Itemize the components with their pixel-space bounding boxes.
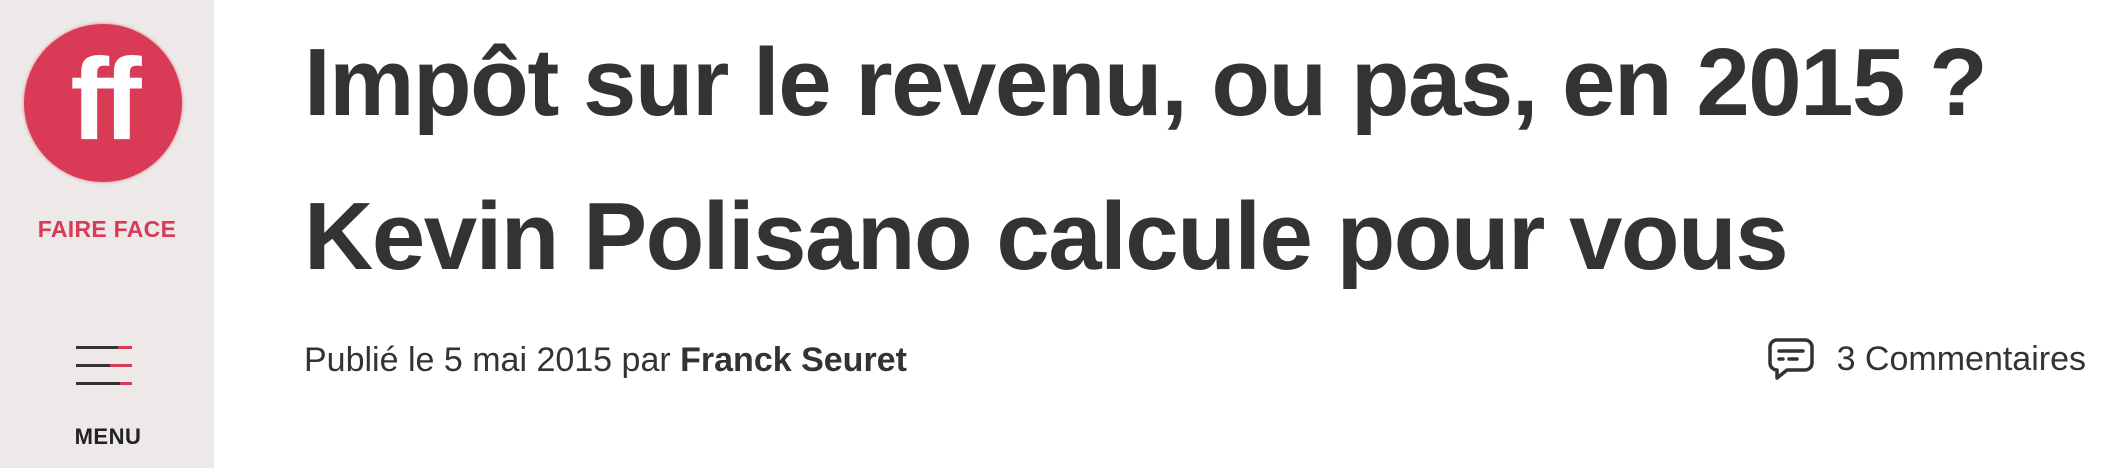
comments-link[interactable]: 3 Commentaires xyxy=(1767,334,2086,384)
article-title-line-2: Kevin Polisano calcule pour vous xyxy=(304,183,1789,290)
article-title-line-1: Impôt sur le revenu, ou pas, en 2015 ? xyxy=(304,29,1988,136)
brand-name[interactable]: FAIRE FACE xyxy=(0,216,214,243)
menu-button[interactable]: MENU xyxy=(60,340,156,458)
article-byline: Publié le 5 mai 2015 par Franck Seuret xyxy=(304,338,907,382)
logo-link[interactable]: ff xyxy=(24,24,184,184)
svg-text:ff: ff xyxy=(70,43,142,163)
logo-icon: ff xyxy=(24,24,182,182)
sidebar: ff FAIRE FACE MENU xyxy=(0,0,214,468)
comments-count: 3 Commentaires xyxy=(1836,339,2086,378)
published-date: Publié le 5 mai 2015 par xyxy=(304,341,671,379)
author-link[interactable]: Franck Seuret xyxy=(680,341,907,379)
menu-label: MENU xyxy=(74,424,142,449)
comment-icon xyxy=(1767,338,1814,380)
logo-ff-mark: ff xyxy=(70,43,148,163)
hamburger-icon xyxy=(76,346,132,385)
article-title: Impôt sur le revenu, ou pas, en 2015 ? K… xyxy=(304,6,2044,314)
